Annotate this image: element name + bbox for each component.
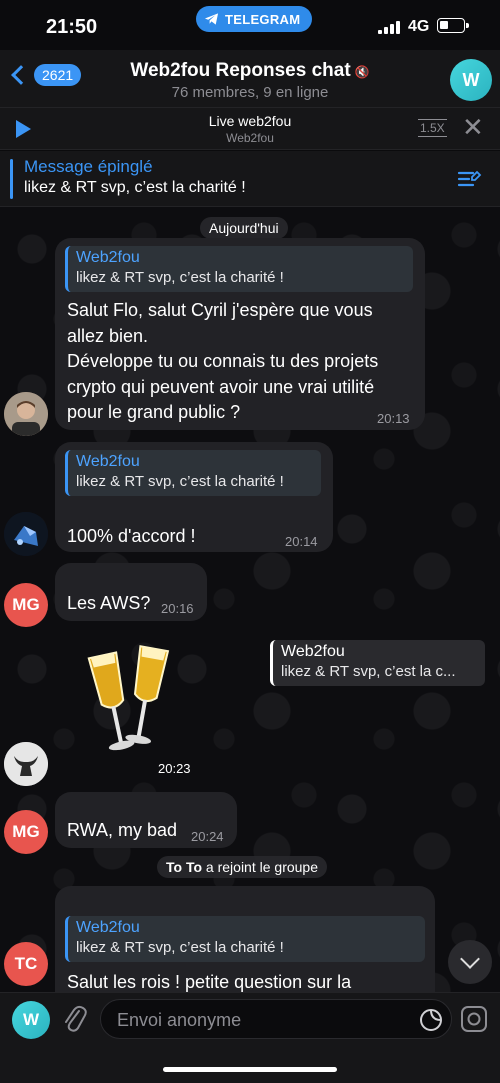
user-avatar-robot[interactable] xyxy=(4,512,48,556)
message-text: Les AWS? xyxy=(67,593,151,613)
robot-avatar-icon xyxy=(4,512,48,556)
live-audio-bar[interactable]: Live web2fou Web2fou 1.5X ✕ xyxy=(0,108,500,150)
network-type: 4G xyxy=(408,18,430,35)
paperclip-icon[interactable] xyxy=(62,1003,88,1037)
scroll-down-button[interactable] xyxy=(448,940,492,984)
pinned-text: likez & RT svp, c’est la charité ! xyxy=(24,179,246,196)
reply-author: Web2fou xyxy=(281,643,345,660)
reply-text: likez & RT svp, c’est la charité ! xyxy=(76,269,284,286)
telegram-icon xyxy=(204,13,219,25)
chat-subtitle: 76 membres, 9 en ligne xyxy=(171,84,329,101)
reply-text: likez & RT svp, c’est la charité ! xyxy=(76,939,284,956)
reply-author: Web2fou xyxy=(76,453,140,470)
send-as-avatar[interactable]: W xyxy=(12,1001,50,1039)
status-time: 21:50 xyxy=(46,16,98,38)
user-avatar-mg[interactable]: MG xyxy=(4,583,48,627)
reply-author: Web2fou xyxy=(76,919,140,936)
close-icon[interactable]: ✕ xyxy=(462,114,484,140)
reply-preview[interactable]: Web2fou likez & RT svp, c’est la charité… xyxy=(65,450,321,496)
muted-icon: 🔇 xyxy=(354,65,370,79)
chat-title[interactable]: Web2fou Reponses chat 🔇 xyxy=(0,60,500,82)
reply-preview[interactable]: Web2fou likez & RT svp, c’est la c... xyxy=(270,640,485,686)
reply-text: likez & RT svp, c’est la charité ! xyxy=(76,473,284,490)
pinned-list-icon[interactable] xyxy=(456,168,482,190)
message-time: 20:23 xyxy=(158,761,191,776)
message-text: RWA, my bad xyxy=(67,820,178,840)
join-notice: To To a rejoint le groupe xyxy=(157,856,327,878)
home-indicator xyxy=(163,1067,337,1072)
message-time: 20:13 xyxy=(377,411,410,426)
message-bubble[interactable]: Web2fou likez & RT svp, c’est la charité… xyxy=(55,886,435,992)
reply-text: likez & RT svp, c’est la c... xyxy=(281,663,456,680)
user-avatar-bull[interactable] xyxy=(4,742,48,786)
playback-speed-button[interactable]: 1.5X xyxy=(418,119,447,137)
status-bar: 21:50 TELEGRAM 4G xyxy=(0,0,500,50)
message-text: Salut Flo, salut Cyril j'espère que vous… xyxy=(67,300,379,422)
input-placeholder: Envoi anonyme xyxy=(117,1010,242,1030)
message-bubble[interactable]: Les AWS? 20:16 xyxy=(55,563,207,621)
person-photo-icon xyxy=(4,392,48,436)
message-time: 20:16 xyxy=(161,601,194,616)
telegram-return-pill[interactable]: TELEGRAM xyxy=(196,6,313,32)
battery-icon xyxy=(437,18,465,33)
joined-user-name[interactable]: To To xyxy=(166,859,202,875)
join-text: a rejoint le groupe xyxy=(202,859,318,875)
user-avatar-photo[interactable] xyxy=(4,392,48,436)
reply-preview[interactable]: Web2fou likez & RT svp, c’est la charité… xyxy=(65,916,425,962)
chevron-down-icon xyxy=(460,949,480,969)
chat-header: 2621 Web2fou Reponses chat 🔇 76 membres, … xyxy=(0,50,500,108)
reply-author: Web2fou xyxy=(76,249,140,266)
user-avatar-mg[interactable]: MG xyxy=(4,810,48,854)
pinned-indicator xyxy=(10,159,13,199)
message-input[interactable]: Envoi anonyme xyxy=(100,999,452,1039)
message-bubble[interactable]: Web2fou likez & RT svp, c’est la charité… xyxy=(55,442,333,552)
user-avatar-tc[interactable]: TC xyxy=(4,942,48,986)
sticker-icon[interactable] xyxy=(419,1008,443,1032)
date-separator: Aujourd'hui xyxy=(200,217,288,239)
pinned-message-bar[interactable]: Message épinglé likez & RT svp, c’est la… xyxy=(0,151,500,207)
bull-avatar-icon xyxy=(4,742,48,786)
reply-preview[interactable]: Web2fou likez & RT svp, c’est la charité… xyxy=(65,246,413,292)
chat-title-text: Web2fou Reponses chat xyxy=(130,60,351,81)
champagne-sticker-icon[interactable] xyxy=(84,640,174,770)
pinned-title: Message épinglé xyxy=(24,157,153,176)
message-bubble[interactable]: Web2fou likez & RT svp, c’est la charité… xyxy=(55,238,425,430)
message-time: 20:24 xyxy=(191,829,224,844)
camera-icon[interactable] xyxy=(460,1005,488,1033)
message-text: 100% d'accord ! xyxy=(67,526,196,546)
group-avatar[interactable]: W xyxy=(450,59,492,101)
message-time: 20:14 xyxy=(285,534,318,549)
telegram-label: TELEGRAM xyxy=(225,11,301,27)
signal-icon xyxy=(378,20,402,34)
battery-tip xyxy=(466,23,469,28)
message-bubble[interactable]: RWA, my bad 20:24 xyxy=(55,792,237,848)
